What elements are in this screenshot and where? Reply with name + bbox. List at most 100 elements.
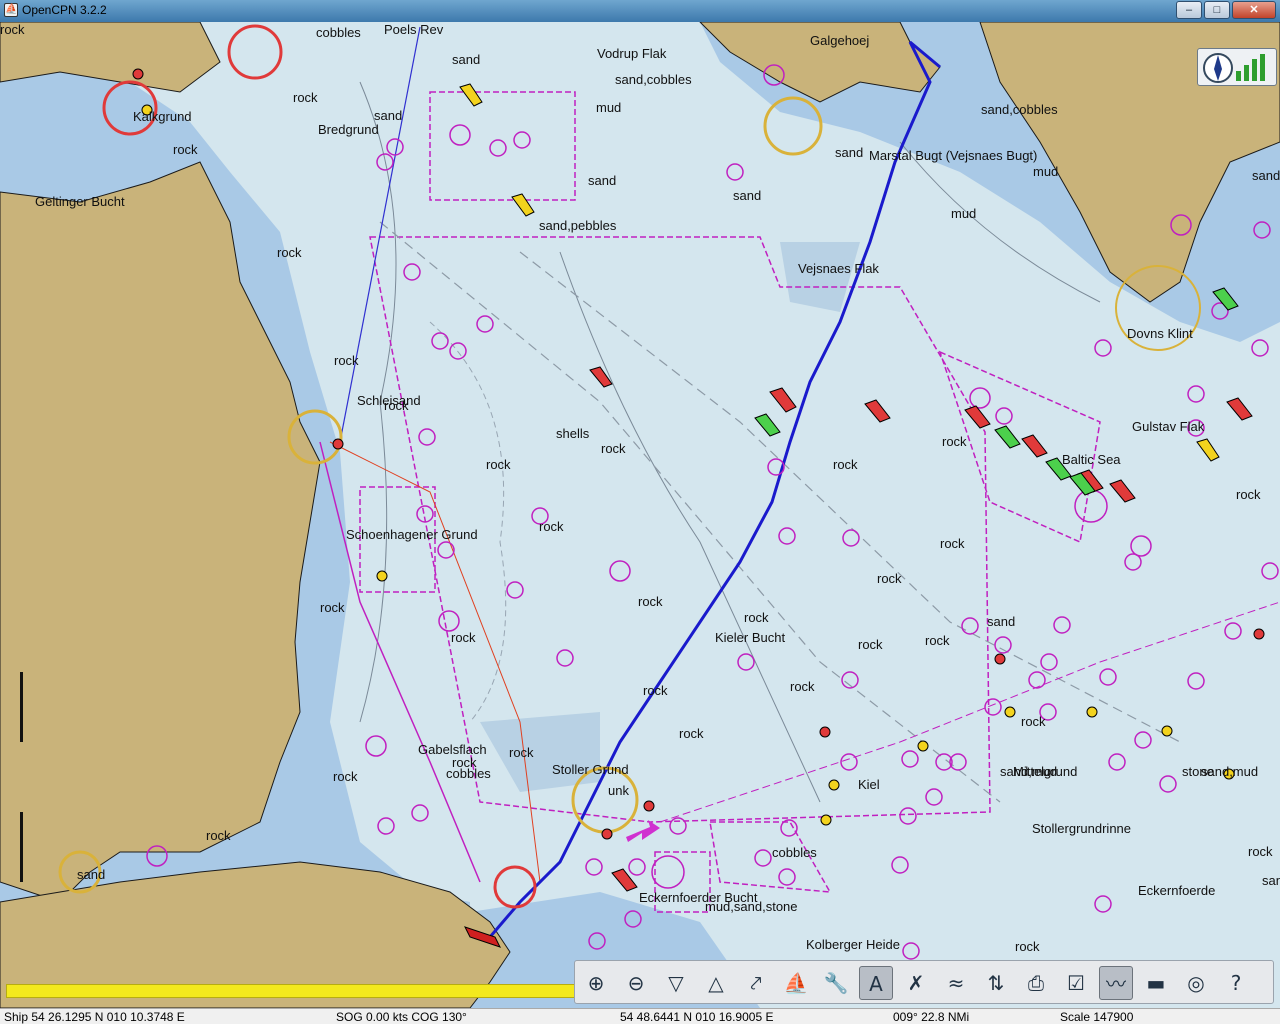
chart-scale-up-icon[interactable]: △: [699, 966, 733, 1000]
route-manager-icon[interactable]: ☑: [1059, 966, 1093, 1000]
chart-scale-down-icon[interactable]: ▽: [659, 966, 693, 1000]
chart-feature-label: rock: [877, 571, 902, 586]
chart-feature-label: rock: [679, 726, 704, 741]
chart-graphics: [0, 22, 1280, 1008]
chart-feature-label: rock: [293, 90, 318, 105]
nautical-chart-canvas[interactable]: Poels Rev cobbles sand Vodrup Flak Galgehoej…: [0, 22, 1280, 1008]
chart-scale-text: Scale 147900: [1060, 1010, 1134, 1024]
settings-icon[interactable]: 🔧: [819, 966, 853, 1000]
chart-feature-label: rock: [790, 679, 815, 694]
cursor-position-text: 54 48.6441 N 010 16.9005 E: [620, 1010, 774, 1024]
chart-feature-label: rock: [277, 245, 302, 260]
chart-feature-label: Vejsnaes Flak: [798, 261, 879, 276]
chart-feature-label: Schoenhagener Grund: [346, 527, 478, 542]
auto-follow-ship-icon[interactable]: ⛵: [779, 966, 813, 1000]
chart-feature-label: Kiel: [858, 777, 880, 792]
track-icon[interactable]: 〰: [1099, 966, 1133, 1000]
chart-feature-label: rock: [1015, 939, 1040, 954]
zoom-in-icon[interactable]: ⊕: [579, 966, 613, 1000]
chart-feature-label: unk: [608, 783, 629, 798]
chart-feature-label: rock: [0, 22, 25, 37]
current-tide-icon[interactable]: ✗: [899, 966, 933, 1000]
chart-feature-label: Poels Rev: [384, 22, 444, 37]
current-icon[interactable]: ⇅: [979, 966, 1013, 1000]
minimize-button[interactable]: –: [1176, 1, 1202, 19]
chart-feature-label: sand,cobbles: [981, 102, 1058, 117]
chart-feature-label: sand: [1252, 168, 1280, 183]
close-button[interactable]: ✕: [1232, 1, 1276, 19]
chart-feature-label: Kalkgrund: [133, 109, 192, 124]
chart-feature-label: rock: [638, 594, 663, 609]
chart-feature-label: rock: [1248, 844, 1273, 859]
mob-icon[interactable]: ◎: [1179, 966, 1213, 1000]
chart-feature-label: rock: [539, 519, 564, 534]
window-title: OpenCPN 3.2.2: [22, 3, 107, 17]
chart-feature-label: sand: [835, 145, 864, 160]
chart-feature-label: Galgehoej: [810, 33, 870, 48]
chart-feature-label: Stoller Grund: [552, 762, 629, 777]
chart-feature-label: cobbles: [446, 766, 491, 781]
window-titlebar: ⛵ OpenCPN 3.2.2 – □ ✕: [0, 0, 1280, 22]
tide-icon[interactable]: ≈: [939, 966, 973, 1000]
chart-feature-label: Gulstav Flak: [1132, 419, 1205, 434]
bearing-distance-text: 009° 22.8 NMi: [893, 1010, 970, 1024]
chart-feature-label: rock: [334, 353, 359, 368]
chart-feature-label: mud: [596, 100, 622, 115]
chart-feature-label: rock: [942, 434, 967, 449]
chart-feature-label: rock: [333, 769, 358, 784]
compass-gps-widget[interactable]: [1197, 48, 1277, 86]
chart-feature-label: Kolberger Heide: [806, 937, 900, 952]
chart-scale-bar-lower: [20, 812, 23, 882]
chart-feature-label: rock: [643, 683, 668, 698]
chart-feature-label: rock: [1236, 487, 1261, 502]
chart-feature-label: rock: [206, 828, 231, 843]
chart-feature-label: cobbles: [316, 25, 361, 40]
chart-feature-label: rock: [940, 536, 965, 551]
chart-feature-label: Kieler Bucht: [715, 630, 786, 645]
chart-feature-label: stone: [1182, 764, 1214, 779]
text-toggle-icon[interactable]: A: [859, 966, 893, 1000]
chart-feature-label: Mittelgrund: [1013, 764, 1078, 779]
route-icon[interactable]: ⤤: [739, 966, 773, 1000]
chart-feature-label: sand,mud: [1262, 873, 1280, 888]
chart-feature-label: rock: [858, 637, 883, 652]
chart-feature-label: rock: [173, 142, 198, 157]
chart-feature-label: mud,sand,stone: [705, 899, 798, 914]
chart-feature-label: rock: [833, 457, 858, 472]
chart-feature-label: rock: [1021, 714, 1046, 729]
chart-loading-progress: [6, 984, 576, 998]
chart-feature-label: Baltic Sea: [1062, 452, 1121, 467]
chart-feature-label: sand,cobbles: [615, 72, 692, 87]
chart-feature-label: rock: [744, 610, 769, 625]
chart-scale-bar-upper: [20, 672, 23, 742]
chart-feature-label: Dovns Klint: [1127, 326, 1193, 341]
chart-feature-label: Vodrup Flak: [597, 46, 667, 61]
maximize-button[interactable]: □: [1204, 1, 1230, 19]
chart-feature-label: rock: [509, 745, 534, 760]
chart-feature-label: sand: [77, 867, 106, 882]
opencpn-icon: ⛵: [4, 3, 18, 17]
chart-feature-label: mud: [951, 206, 977, 221]
chart-feature-label: Bredgrund: [318, 122, 379, 137]
print-icon[interactable]: ⎙: [1019, 966, 1053, 1000]
chart-feature-label: rock: [601, 441, 626, 456]
chart-feature-label: Geltinger Bucht: [35, 194, 125, 209]
chart-feature-label: sand,pebbles: [539, 218, 617, 233]
chart-feature-label: sand: [374, 108, 403, 123]
chart-feature-label: Eckernfoerde: [1138, 883, 1216, 898]
chart-feature-label: mud: [1033, 164, 1059, 179]
main-toolbar: ⊕ ⊖ ▽ △ ⤤ ⛵ 🔧 A ✗ ≈ ⇅ ⎙ ☑ 〰 ▬ ◎?: [574, 960, 1274, 1004]
help-icon[interactable]: ?: [1219, 966, 1253, 1000]
chart-feature-label: rock: [486, 457, 511, 472]
chart-feature-label: sand: [452, 52, 481, 67]
status-bar: Ship 54 26.1295 N 010 10.3748 E SOG 0.00…: [0, 1008, 1280, 1024]
zoom-out-icon[interactable]: ⊖: [619, 966, 653, 1000]
sog-cog-text: SOG 0.00 kts COG 130°: [336, 1010, 467, 1024]
chart-feature-label: cobbles: [772, 845, 817, 860]
chart-feature-label: sand: [987, 614, 1016, 629]
color-scheme-icon[interactable]: ▬: [1139, 966, 1173, 1000]
chart-feature-label: rock: [384, 398, 409, 413]
ship-position-text: Ship 54 26.1295 N 010 10.3748 E: [4, 1010, 185, 1024]
chart-feature-label: sand: [588, 173, 617, 188]
chart-feature-label: rock: [925, 633, 950, 648]
